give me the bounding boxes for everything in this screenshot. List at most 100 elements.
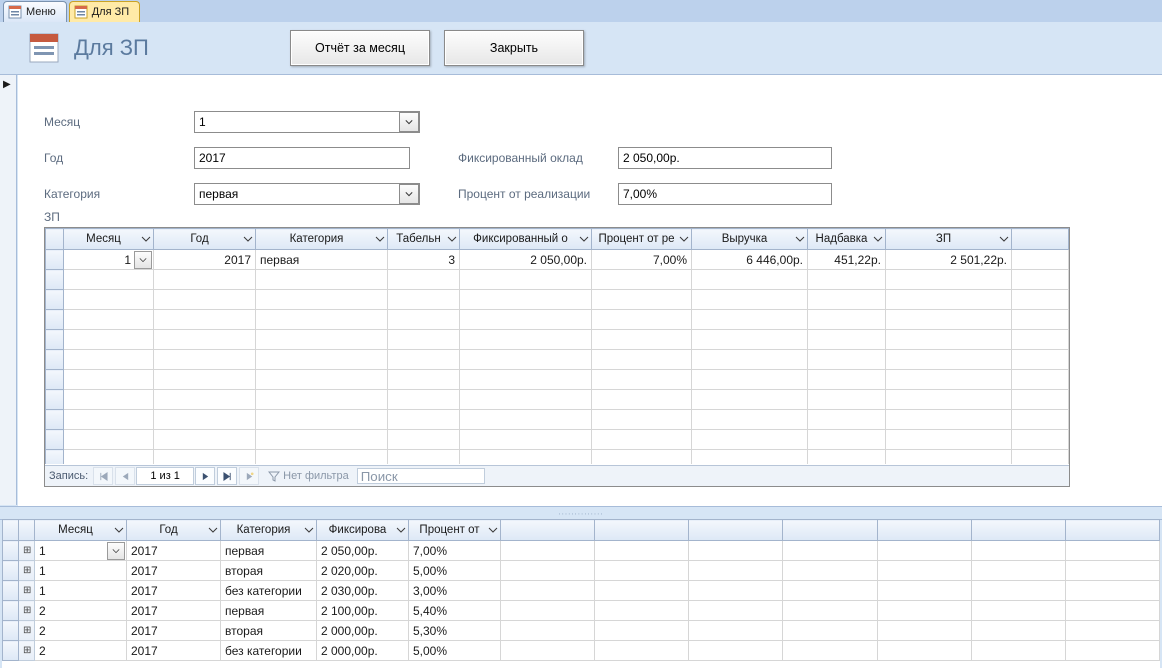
- report-month-button[interactable]: Отчёт за месяц: [290, 30, 430, 66]
- cell2-category[interactable]: первая: [221, 601, 317, 621]
- table-row[interactable]: [46, 270, 1069, 290]
- cell2-fixed[interactable]: 2 020,00р.: [317, 561, 409, 581]
- row-selector[interactable]: [3, 581, 19, 601]
- row-selector[interactable]: [3, 621, 19, 641]
- row-selector[interactable]: [3, 541, 19, 561]
- table-row[interactable]: 1 2017 первая 3 2 050,00р. 7,00% 6 446,0…: [46, 250, 1069, 270]
- cell-zp[interactable]: 2 501,22р.: [886, 250, 1012, 270]
- cell2-year[interactable]: 2017: [127, 601, 221, 621]
- month-field[interactable]: [194, 111, 420, 133]
- category-field[interactable]: [194, 183, 420, 205]
- cell-year[interactable]: 2017: [154, 250, 256, 270]
- col-tabel[interactable]: Табельн: [388, 229, 460, 250]
- nav-first-button[interactable]: [93, 467, 113, 485]
- table-row[interactable]: ⊞22017первая2 100,00р.5,40%: [3, 601, 1160, 621]
- col-bonus[interactable]: Надбавка: [808, 229, 886, 250]
- cell2-percent[interactable]: 5,30%: [409, 621, 501, 641]
- cell2-year[interactable]: 2017: [127, 621, 221, 641]
- chevron-down-icon[interactable]: [134, 251, 152, 269]
- cell-fixed[interactable]: 2 050,00р.: [460, 250, 592, 270]
- nav-prev-button[interactable]: [115, 467, 135, 485]
- cell2-year[interactable]: 2017: [127, 541, 221, 561]
- table-row[interactable]: [46, 390, 1069, 410]
- col2-category[interactable]: Категория: [221, 520, 317, 541]
- percent-field[interactable]: [618, 183, 832, 205]
- horizontal-splitter[interactable]: ∙∙∙∙∙∙∙∙∙∙∙∙∙∙: [0, 506, 1162, 520]
- col2-year[interactable]: Год: [127, 520, 221, 541]
- expand-button[interactable]: ⊞: [19, 581, 35, 601]
- table-row[interactable]: ⊞12017вторая2 020,00р.5,00%: [3, 561, 1160, 581]
- year-field[interactable]: [194, 147, 410, 169]
- cell2-month[interactable]: 2: [35, 621, 127, 641]
- col2-month[interactable]: Месяц: [35, 520, 127, 541]
- col-revenue[interactable]: Выручка: [692, 229, 808, 250]
- cell2-year[interactable]: 2017: [127, 561, 221, 581]
- cell-revenue[interactable]: 6 446,00р.: [692, 250, 808, 270]
- cell2-month[interactable]: 2: [35, 601, 127, 621]
- nav-position-input[interactable]: [136, 467, 194, 485]
- cell2-fixed[interactable]: 2 100,00р.: [317, 601, 409, 621]
- record-selector-bar[interactable]: ▶: [0, 75, 17, 505]
- expand-button[interactable]: ⊞: [19, 621, 35, 641]
- cell2-month[interactable]: 1: [35, 581, 127, 601]
- cell2-category[interactable]: без категории: [221, 581, 317, 601]
- nav-next-button[interactable]: [195, 467, 215, 485]
- cell2-fixed[interactable]: 2 030,00р.: [317, 581, 409, 601]
- nav-last-button[interactable]: [217, 467, 237, 485]
- col-year[interactable]: Год: [154, 229, 256, 250]
- table-row[interactable]: [46, 350, 1069, 370]
- nav-search-input[interactable]: [357, 468, 485, 484]
- select-all-cell[interactable]: [3, 520, 19, 541]
- expand-button[interactable]: ⊞: [19, 561, 35, 581]
- cell-category[interactable]: первая: [256, 250, 388, 270]
- table-row[interactable]: [46, 370, 1069, 390]
- close-button[interactable]: Закрыть: [444, 30, 584, 66]
- category-dropdown-button[interactable]: [399, 184, 419, 204]
- month-dropdown-button[interactable]: [399, 112, 419, 132]
- cell2-fixed[interactable]: 2 050,00р.: [317, 541, 409, 561]
- table-row[interactable]: ⊞22017вторая2 000,00р.5,30%: [3, 621, 1160, 641]
- col2-fixed[interactable]: Фиксирова: [317, 520, 409, 541]
- col-extra[interactable]: [1012, 229, 1069, 250]
- cell-bonus[interactable]: 451,22р.: [808, 250, 886, 270]
- expand-button[interactable]: ⊞: [19, 541, 35, 561]
- cell2-fixed[interactable]: 2 000,00р.: [317, 641, 409, 661]
- table-row[interactable]: ⊞22017без категории2 000,00р.5,00%: [3, 641, 1160, 661]
- zp-grid[interactable]: Месяц Год Категория Табельн Фиксированны…: [45, 228, 1069, 464]
- cell2-month[interactable]: 2: [35, 641, 127, 661]
- cell-percent[interactable]: 7,00%: [592, 250, 692, 270]
- table-row[interactable]: [46, 410, 1069, 430]
- table-row[interactable]: [46, 430, 1069, 450]
- cell2-category[interactable]: без категории: [221, 641, 317, 661]
- cell2-year[interactable]: 2017: [127, 641, 221, 661]
- cell2-percent[interactable]: 7,00%: [409, 541, 501, 561]
- col-percent[interactable]: Процент от ре: [592, 229, 692, 250]
- col-fixed[interactable]: Фиксированный о: [460, 229, 592, 250]
- expand-button[interactable]: ⊞: [19, 641, 35, 661]
- cell2-fixed[interactable]: 2 000,00р.: [317, 621, 409, 641]
- bottom-grid[interactable]: Месяц Год Категория Фиксирова Процент от…: [2, 519, 1160, 661]
- chevron-down-icon[interactable]: [107, 542, 125, 560]
- cell2-percent[interactable]: 5,40%: [409, 601, 501, 621]
- cell-tabel[interactable]: 3: [388, 250, 460, 270]
- table-row[interactable]: [46, 330, 1069, 350]
- table-row[interactable]: [46, 450, 1069, 465]
- cell2-month[interactable]: 1: [35, 541, 127, 561]
- col-month[interactable]: Месяц: [64, 229, 154, 250]
- cell2-category[interactable]: вторая: [221, 561, 317, 581]
- cell2-percent[interactable]: 5,00%: [409, 641, 501, 661]
- cell2-percent[interactable]: 3,00%: [409, 581, 501, 601]
- cell2-category[interactable]: первая: [221, 541, 317, 561]
- fixed-field[interactable]: [618, 147, 832, 169]
- col-zp[interactable]: ЗП: [886, 229, 1012, 250]
- table-row[interactable]: ⊞12017первая2 050,00р.7,00%: [3, 541, 1160, 561]
- cell2-year[interactable]: 2017: [127, 581, 221, 601]
- cell2-month[interactable]: 1: [35, 561, 127, 581]
- cell2-category[interactable]: вторая: [221, 621, 317, 641]
- row-selector[interactable]: [3, 641, 19, 661]
- select-all-cell[interactable]: [46, 229, 64, 250]
- cell2-percent[interactable]: 5,00%: [409, 561, 501, 581]
- row-selector[interactable]: [46, 250, 64, 270]
- col2-percent[interactable]: Процент от: [409, 520, 501, 541]
- table-row[interactable]: [46, 310, 1069, 330]
